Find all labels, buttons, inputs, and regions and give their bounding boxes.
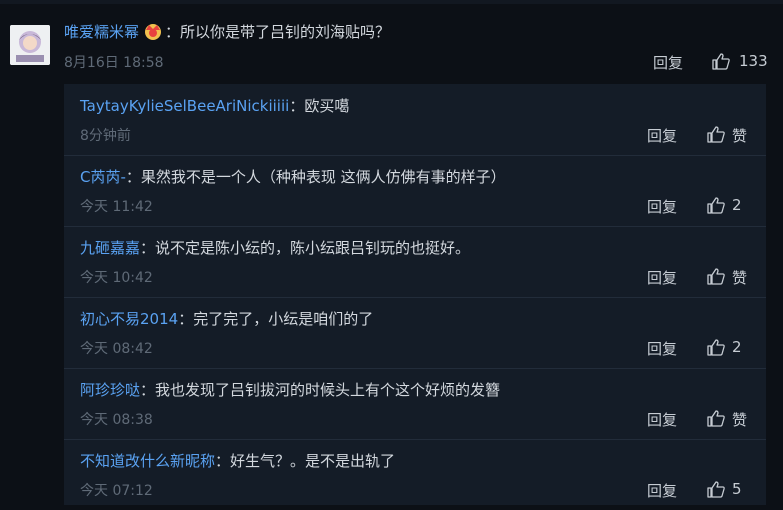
reply-username[interactable]: 阿珍珍哒 [80,381,140,399]
reply-item: C芮芮-：果然我不是一个人（种种表现 这俩人仿佛有事的样子） 今天 11:42 … [64,155,766,227]
thumbs-up-icon[interactable] [707,410,725,427]
reply-button[interactable]: 回复 [647,125,677,146]
reply-text-line: 九砸嘉嘉：说不定是陈小纭的，陈小纭跟吕钊玩的也挺好。 [80,237,470,258]
reply-text-line: 阿珍珍哒：我也发现了吕钊拔河的时候头上有个这个好烦的发簪 [80,379,500,400]
reply-like-count: 赞 [732,269,748,287]
main-comment-username[interactable]: 唯爱糯米幂 [64,23,139,41]
reply-like-count: 赞 [732,411,748,429]
reply-content: 欧买噶 [304,97,350,115]
reply-time: 今天 10:42 [80,270,153,286]
reply-button[interactable]: 回复 [647,196,677,217]
main-comment-text-line: 唯爱糯米幂 ：所以你是带了吕钊的刘海贴吗？ [64,22,769,42]
reply-text-line: 不知道改什么新昵称：好生气？。是不是出轨了 [80,450,395,471]
reply-username[interactable]: 不知道改什么新昵称 [80,452,215,470]
reply-like-count: 2 [732,196,742,214]
top-divider [0,0,783,4]
reply-item: 不知道改什么新昵称：好生气？。是不是出轨了 今天 07:12 回复 5 [64,439,766,510]
reply-separator: ： [178,310,194,328]
reply-button[interactable]: 回复 [647,480,677,501]
main-comment-separator: ： [165,23,181,41]
reply-like-count: 2 [732,338,742,356]
reply-content: 完了完了，小纭是咱们的了 [193,310,374,328]
reply-separator: ： [215,452,231,470]
reply-content: 果然我不是一个人（种种表现 这俩人仿佛有事的样子） [140,168,506,186]
reply-button[interactable]: 回复 [647,267,677,288]
reply-like-count: 5 [732,480,742,498]
reply-separator: ： [125,168,141,186]
reply-time: 今天 07:12 [80,483,153,499]
reply-item: 九砸嘉嘉：说不定是陈小纭的，陈小纭跟吕钊玩的也挺好。 今天 10:42 回复 赞 [64,226,766,298]
main-comment-meta: 8月16日 18:58 回复 133 [64,52,769,72]
reply-content: 说不定是陈小纭的，陈小纭跟吕钊玩的也挺好。 [155,239,471,257]
thumbs-up-icon[interactable] [707,126,725,143]
reply-text-line: 初心不易2014：完了完了，小纭是咱们的了 [80,308,373,329]
reply-like-count: 赞 [732,127,748,145]
reply-time: 今天 11:42 [80,199,153,215]
replies-panel: TaytayKylieSelBeeAriNickiiiii：欧买噶 8分钟前 回… [64,84,766,505]
reply-item: TaytayKylieSelBeeAriNickiiiii：欧买噶 8分钟前 回… [64,84,766,156]
thumbs-up-icon[interactable] [707,268,725,285]
reply-button[interactable]: 回复 [647,338,677,359]
reply-text-line: TaytayKylieSelBeeAriNickiiiii：欧买噶 [80,95,349,116]
thumbs-up-icon[interactable] [707,339,725,356]
reply-separator: ： [140,239,156,257]
reply-button[interactable]: 回复 [647,409,677,430]
reply-username[interactable]: TaytayKylieSelBeeAriNickiiiii [80,97,289,115]
reply-content: 好生气？。是不是出轨了 [230,452,396,470]
reply-time: 今天 08:38 [80,412,153,428]
crown-badge-icon [143,22,163,40]
reply-separator: ： [140,381,156,399]
reply-username[interactable]: 九砸嘉嘉 [80,239,140,257]
main-comment-content: 所以你是带了吕钊的刘海贴吗？ [180,23,391,41]
avatar[interactable] [10,25,50,65]
reply-item: 初心不易2014：完了完了，小纭是咱们的了 今天 08:42 回复 2 [64,297,766,369]
main-comment-reply-button[interactable]: 回复 [653,52,683,73]
reply-username[interactable]: C芮芮- [80,168,126,186]
reply-time: 今天 08:42 [80,341,153,357]
reply-separator: ： [289,97,305,115]
main-comment-time: 8月16日 18:58 [64,55,164,71]
main-comment: 唯爱糯米幂 ：所以你是带了吕钊的刘海贴吗？ [64,22,769,42]
reply-text-line: C芮芮-：果然我不是一个人（种种表现 这俩人仿佛有事的样子） [80,166,506,187]
reply-item: 阿珍珍哒：我也发现了吕钊拔河的时候头上有个这个好烦的发簪 今天 08:38 回复… [64,368,766,440]
thumbs-up-icon[interactable] [707,481,725,498]
reply-content: 我也发现了吕钊拔河的时候头上有个这个好烦的发簪 [155,381,501,399]
reply-time: 8分钟前 [80,128,131,144]
reply-username[interactable]: 初心不易2014 [80,310,178,328]
thumbs-up-icon[interactable] [712,53,730,70]
main-comment-like-count: 133 [739,52,768,70]
thumbs-up-icon[interactable] [707,197,725,214]
